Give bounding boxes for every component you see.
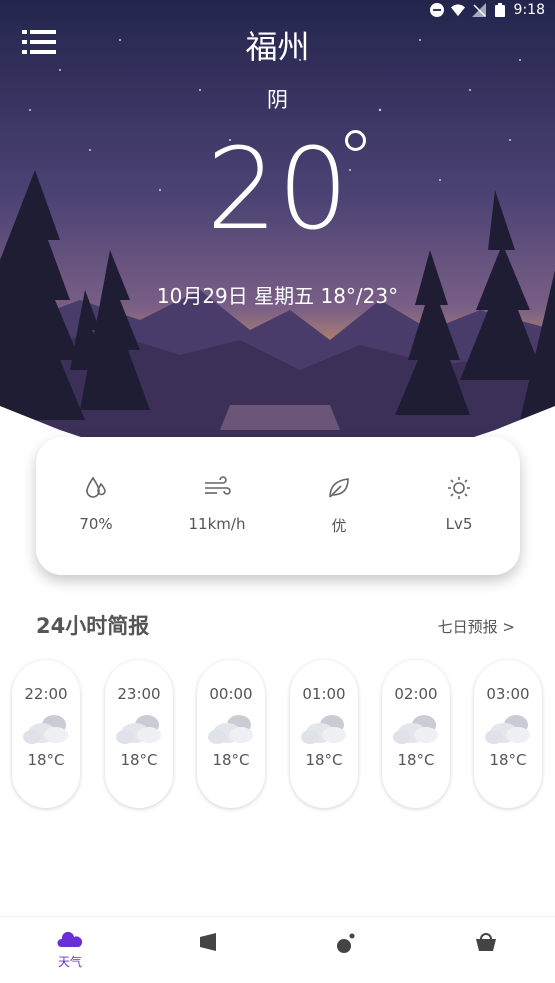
humidity-stat: 70% <box>41 475 151 533</box>
nav-item-weather[interactable]: 天气 <box>30 931 110 970</box>
battery-icon <box>494 3 505 17</box>
hour-temp: 18°C <box>489 751 527 769</box>
cloudy-icon <box>301 715 346 744</box>
nav-item-basket[interactable] <box>446 931 526 953</box>
nav-item-planet[interactable] <box>306 931 386 955</box>
air-quality-value: 优 <box>331 517 347 535</box>
hourly-item[interactable]: 01:00 18°C <box>290 660 358 808</box>
cloud-icon <box>57 931 83 947</box>
uv-value: Lv5 <box>445 515 473 533</box>
status-bar: 9:18 <box>0 0 555 22</box>
hour-time: 02:00 <box>394 685 438 703</box>
nav-label-weather: 天气 <box>57 955 82 969</box>
hourly-item[interactable]: 00:00 18°C <box>197 660 265 808</box>
hour-temp: 18°C <box>27 751 65 769</box>
hourly-item[interactable]: 22:00 18°C <box>12 660 80 808</box>
uv-sun-icon <box>448 477 470 499</box>
hour-time: 01:00 <box>302 685 346 703</box>
current-temperature: 20 <box>206 125 349 255</box>
hour-temp: 18°C <box>305 751 343 769</box>
planet-icon <box>337 933 355 953</box>
cloudy-icon <box>393 715 438 744</box>
seven-day-forecast-link[interactable]: 七日预报 > <box>438 616 515 637</box>
hour-temp: 18°C <box>397 751 435 769</box>
cloudy-icon <box>485 715 530 744</box>
hour-time: 03:00 <box>486 685 530 703</box>
status-icons: 9:18 <box>429 2 545 18</box>
wind-icon <box>205 476 231 495</box>
humidity-icon <box>86 476 106 498</box>
hour-temp: 18°C <box>120 751 158 769</box>
air-quality-stat: 优 <box>284 475 394 536</box>
cloudy-icon <box>208 715 253 744</box>
degree-symbol <box>345 130 366 151</box>
basket-icon <box>476 933 496 951</box>
status-time: 9:18 <box>513 2 545 18</box>
city-name[interactable]: 福州 <box>0 22 555 68</box>
do-not-disturb-icon <box>429 3 444 17</box>
hourly-item[interactable]: 03:00 18°C <box>474 660 542 808</box>
uv-stat: Lv5 <box>404 475 514 533</box>
leaf-icon <box>329 478 349 498</box>
nav-item-speaker[interactable] <box>168 931 248 953</box>
cloudy-icon <box>116 715 161 744</box>
hourly-item[interactable]: 02:00 18°C <box>382 660 450 808</box>
weather-details-card: 70% 11km/h 优 Lv5 <box>36 437 520 575</box>
hourly-item[interactable]: 23:00 18°C <box>105 660 173 808</box>
speaker-icon <box>200 933 216 951</box>
weather-condition: 阴 <box>267 88 288 112</box>
hour-time: 00:00 <box>209 685 253 703</box>
hourly-section-title: 24小时简报 <box>36 614 150 638</box>
cloudy-icon <box>23 715 68 744</box>
wind-value: 11km/h <box>188 515 246 533</box>
hour-time: 23:00 <box>117 685 161 703</box>
humidity-value: 70% <box>79 515 113 533</box>
hourly-forecast-list[interactable]: 22:00 18°C 23:00 18°C 00:00 18°C 01:00 1… <box>12 660 555 810</box>
hour-temp: 18°C <box>212 751 250 769</box>
no-signal-icon <box>471 3 486 17</box>
wifi-icon <box>450 4 465 17</box>
date-range-line: 10月29日 星期五 18°/23° <box>156 284 399 308</box>
bottom-navigation: 天气 <box>0 916 555 983</box>
wind-stat: 11km/h <box>162 475 272 533</box>
hour-time: 22:00 <box>24 685 68 703</box>
